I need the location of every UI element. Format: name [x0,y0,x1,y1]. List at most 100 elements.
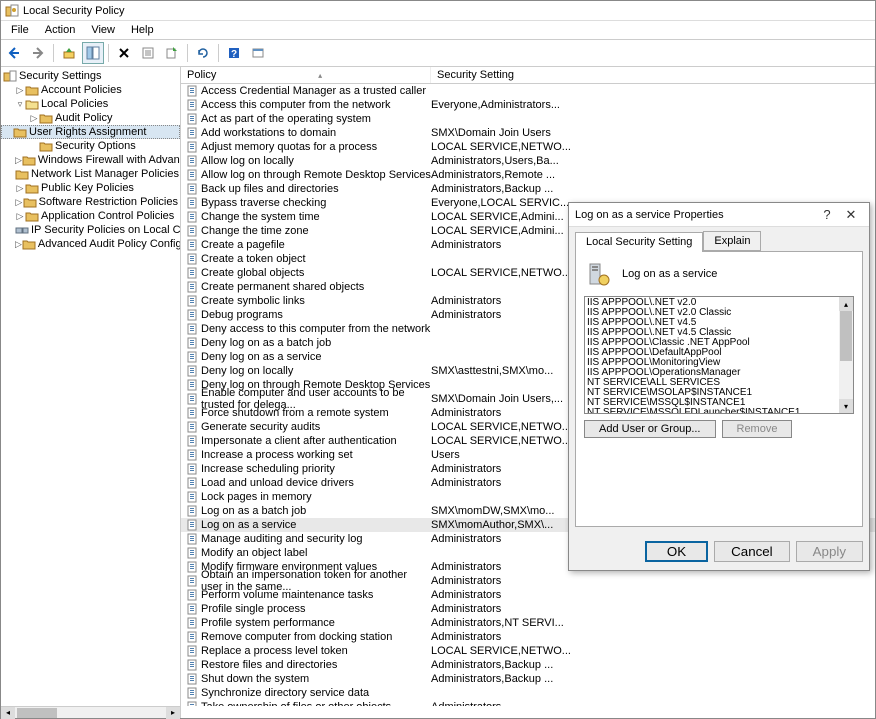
expander-icon[interactable]: ▷ [15,183,25,194]
policy-row[interactable]: Profile single processAdministrators [181,602,875,616]
up-button[interactable] [58,42,80,64]
policy-row[interactable]: Shut down the systemAdministrators,Backu… [181,672,875,686]
tree-item[interactable]: Security Options [1,139,180,153]
policy-row[interactable]: Synchronize directory service data [181,686,875,700]
ok-button[interactable]: OK [645,541,708,562]
tree-pane[interactable]: Security Settings ▷Account Policies ▿ Loca… [1,67,181,706]
policy-row[interactable]: Obtain an impersonation token for anothe… [181,574,875,588]
tree-item-label: Security Options [55,140,136,152]
policy-icon [185,350,199,364]
menu-view[interactable]: View [83,23,123,37]
window-button[interactable] [247,42,269,64]
policy-setting: Administrators [431,631,875,643]
expander-icon[interactable]: ▷ [15,197,23,208]
policy-row[interactable]: Take ownership of files or other objects… [181,700,875,706]
policy-name: Change the system time [201,211,320,223]
policy-icon [185,602,199,616]
policy-row[interactable]: Back up files and directoriesAdministrat… [181,182,875,196]
scroll-up-icon[interactable]: ▴ [839,297,853,311]
show-tree-button[interactable] [82,42,104,64]
policy-icon [185,644,199,658]
policy-icon [185,406,199,420]
policy-name: Add workstations to domain [201,127,336,139]
dialog-help-button[interactable]: ? [815,207,839,222]
tree-item-label: User Rights Assignment [29,126,146,138]
dialog-titlebar[interactable]: Log on as a service Properties ? ✕ [569,203,869,227]
dialog-close-button[interactable]: ✕ [839,207,863,223]
column-setting[interactable]: Security Setting [431,67,875,83]
scroll-left-icon[interactable]: ◂ [1,707,15,719]
folder-icon [15,168,29,180]
tree-item[interactable]: User Rights Assignment [1,125,180,139]
tree-h-scrollbar[interactable]: ◂ ▸ [1,706,181,718]
tree-item-label: Advanced Audit Policy Configuration [38,238,181,250]
properties-button[interactable] [137,42,159,64]
tree-item-label: Local Policies [41,98,108,110]
scroll-thumb[interactable] [840,311,852,361]
remove-button[interactable]: Remove [722,420,793,438]
back-button[interactable] [3,42,25,64]
refresh-button[interactable] [192,42,214,64]
tree-item[interactable]: ▷Account Policies [1,83,180,97]
tree-item[interactable]: ▷Application Control Policies [1,209,180,223]
scroll-down-icon[interactable]: ▾ [839,399,853,413]
scroll-thumb[interactable] [17,708,57,718]
export-button[interactable] [161,42,183,64]
expander-icon[interactable]: ▷ [15,239,22,250]
principals-listbox[interactable]: IIS APPPOOL\.NET v2.0IIS APPPOOL\.NET v2… [584,296,854,414]
delete-button[interactable] [113,42,135,64]
column-policy[interactable]: Policy ▴ [181,67,431,83]
server-icon [584,260,612,288]
expander-icon[interactable]: ▿ [15,99,25,110]
policy-row[interactable]: Perform volume maintenance tasks Administ… [181,588,875,602]
tree-item[interactable]: ▷ Advanced Audit Policy Configuration [1,237,180,251]
policy-icon [185,392,199,406]
tree-item[interactable]: ▿ Local Policies [1,97,180,111]
expander-icon[interactable]: ▷ [15,85,25,96]
tree-item[interactable]: IP Security Policies on Local Compute [1,223,180,237]
policy-setting: Administrators [431,701,875,706]
tree-item[interactable]: Network List Manager Policies [1,167,180,181]
policy-row[interactable]: Remove computer from docking stationAdmi… [181,630,875,644]
policy-icon [185,616,199,630]
tree-item[interactable]: ▷Public Key Policies [1,181,180,195]
forward-button[interactable] [27,42,49,64]
tree-item[interactable]: ▷Software Restriction Policies [1,195,180,209]
expander-icon[interactable]: ▷ [29,113,39,124]
tree-item[interactable]: ▷Windows Firewall with Advanced Sec [1,153,180,167]
toolbar-separator [53,44,54,62]
policy-row[interactable]: Allow log on through Remote Desktop Serv… [181,168,875,182]
apply-button[interactable]: Apply [796,541,863,562]
toolbar-separator [187,44,188,62]
policy-row[interactable]: Add workstations to domainSMX\Domain Joi… [181,126,875,140]
listbox-scrollbar[interactable]: ▴ ▾ [839,297,853,413]
folder-icon [22,238,36,250]
menu-file[interactable]: File [3,23,37,37]
policy-row[interactable]: Allow log on locallyAdministrators,Users… [181,154,875,168]
policy-setting: Everyone,Administrators... [431,99,875,111]
policy-name: Change the time zone [201,225,309,237]
policy-name: Perform volume maintenance tasks [201,589,373,601]
menu-help[interactable]: Help [123,23,162,37]
policy-row[interactable]: Profile system performanceAdministrators… [181,616,875,630]
tree-root[interactable]: Security Settings [1,69,180,83]
tree-item[interactable]: ▷Audit Policy [1,111,180,125]
expander-icon[interactable]: ▷ [15,211,25,222]
tab-explain[interactable]: Explain [703,231,761,251]
policy-row[interactable]: Access Credential Manager as a trusted c… [181,84,875,98]
policy-row[interactable]: Access this computer from the networkEve… [181,98,875,112]
policy-row[interactable]: Adjust memory quotas for a processLOCAL … [181,140,875,154]
policy-row[interactable]: Restore files and directoriesAdministrat… [181,658,875,672]
policy-icon [185,532,199,546]
policy-setting: Administrators [431,589,875,601]
scroll-right-icon[interactable]: ▸ [166,707,180,719]
policy-row[interactable]: Replace a process level tokenLOCAL SERVI… [181,644,875,658]
expander-icon[interactable]: ▷ [15,155,22,166]
menu-action[interactable]: Action [37,23,84,37]
policy-row[interactable]: Act as part of the operating system [181,112,875,126]
principal-item[interactable]: NT SERVICE\MSSQLFDLauncher$INSTANCE1 [587,408,837,414]
help-button[interactable]: ? [223,42,245,64]
cancel-button[interactable]: Cancel [714,541,790,562]
add-user-button[interactable]: Add User or Group... [584,420,716,438]
tab-local-security-setting[interactable]: Local Security Setting [575,232,703,252]
